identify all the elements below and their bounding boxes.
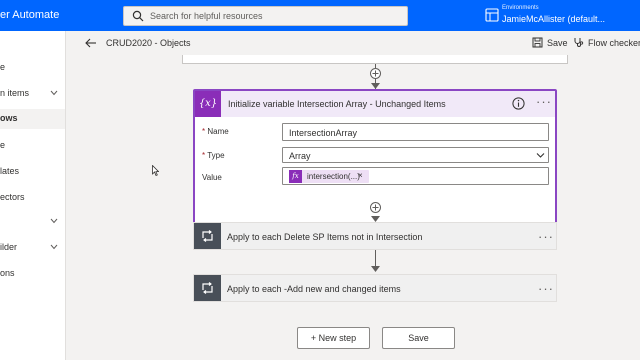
type-field-label: * Type: [202, 151, 225, 160]
arrow-down-icon: [371, 266, 380, 272]
name-field-value: IntersectionArray: [289, 128, 358, 138]
new-step-button[interactable]: + New step: [297, 327, 370, 349]
variable-card-title: Initialize variable Intersection Array -…: [228, 99, 446, 109]
flow-checker-label: Flow checker: [588, 38, 640, 48]
more-options-icon[interactable]: ···: [538, 282, 554, 298]
previous-step-card[interactable]: [182, 55, 568, 64]
chevron-down-icon: [50, 218, 58, 224]
environment-label: Environments: [502, 5, 539, 11]
nav-item-create[interactable]: e: [0, 136, 65, 156]
nav-item-label: n items: [0, 88, 30, 98]
value-field[interactable]: fx intersection(...) ×: [282, 167, 549, 185]
name-field[interactable]: IntersectionArray: [282, 123, 549, 141]
command-bar: CRUD2020 - Objects Save Flow checker: [67, 31, 640, 55]
search-icon: [132, 10, 144, 22]
designer-canvas: {x} Initialize variable Intersection Arr…: [67, 55, 640, 360]
value-field-label: Value: [202, 173, 222, 182]
nav-item-home[interactable]: e: [0, 58, 65, 78]
nav-item-label: ectors: [0, 192, 25, 202]
app-title[interactable]: er Automate: [0, 9, 59, 21]
nav-item-label: e: [0, 62, 6, 72]
name-field-label: * Name: [202, 127, 229, 136]
function-icon: fx: [289, 170, 302, 183]
apply-to-each-delete-card[interactable]: Apply to each Delete SP Items not in Int…: [193, 222, 557, 250]
nav-item-label: ows: [0, 113, 18, 123]
type-label-text: Type: [207, 151, 225, 160]
insert-step-button[interactable]: [370, 68, 381, 79]
plus-icon: [372, 70, 379, 77]
chevron-down-icon: [536, 153, 545, 158]
action-title: Apply to each -Add new and changed items: [227, 284, 401, 294]
search-box[interactable]: Search for helpful resources: [123, 6, 408, 26]
nav-item-data[interactable]: [0, 212, 65, 232]
mouse-cursor-icon: [152, 165, 159, 176]
expression-token[interactable]: fx intersection(...) ×: [289, 170, 369, 183]
environment-icon: [485, 8, 499, 22]
nav-item-label: ilder: [0, 242, 18, 252]
required-mark: *: [202, 151, 206, 160]
type-dropdown[interactable]: Array: [282, 147, 549, 163]
save-icon: [532, 37, 543, 48]
nav-item-label: ons: [0, 268, 15, 278]
remove-token-icon[interactable]: ×: [358, 171, 363, 180]
stethoscope-icon: [574, 38, 584, 47]
loop-icon-tile: [194, 223, 221, 249]
left-navigation: e n items ows e lates ectors ilder ons: [0, 31, 66, 360]
value-label-text: Value: [202, 173, 222, 182]
info-icon[interactable]: [512, 97, 525, 110]
chevron-down-icon: [50, 90, 58, 96]
nav-item-action-items[interactable]: n items: [0, 84, 65, 104]
save-button[interactable]: Save: [382, 327, 455, 349]
action-title: Apply to each Delete SP Items not in Int…: [227, 232, 423, 242]
name-label-text: Name: [207, 127, 229, 136]
chevron-down-icon: [50, 244, 58, 250]
token-text: intersection(...): [307, 172, 360, 181]
flow-checker-button[interactable]: Flow checker: [573, 37, 640, 51]
back-arrow-icon[interactable]: [85, 37, 97, 49]
nav-item-ai-builder[interactable]: ilder: [0, 238, 65, 258]
variable-card-header[interactable]: {x} Initialize variable Intersection Arr…: [195, 91, 555, 117]
type-dropdown-value: Array: [289, 151, 311, 161]
nav-item-templates[interactable]: lates: [0, 162, 65, 182]
environment-selector[interactable]: JamieMcAllister (default...: [502, 14, 605, 24]
plus-icon: [372, 204, 379, 211]
nav-item-connectors[interactable]: ectors: [0, 188, 65, 208]
loop-icon-tile: [194, 275, 221, 301]
nav-item-solutions[interactable]: ons: [0, 264, 65, 284]
nav-item-my-flows[interactable]: ows: [0, 109, 65, 129]
search-placeholder: Search for helpful resources: [150, 11, 263, 21]
loop-icon: [202, 282, 213, 294]
save-command-button[interactable]: Save: [532, 37, 568, 51]
required-mark: *: [202, 127, 206, 136]
top-header: er Automate Search for helpful resources…: [0, 0, 640, 31]
apply-to-each-add-card[interactable]: Apply to each -Add new and changed items…: [193, 274, 557, 302]
more-options-icon[interactable]: ···: [536, 95, 552, 111]
flow-name: CRUD2020 - Objects: [106, 38, 191, 48]
loop-icon: [202, 230, 213, 242]
insert-step-button[interactable]: [370, 202, 381, 213]
more-options-icon[interactable]: ···: [538, 230, 554, 246]
nav-item-label: lates: [0, 166, 20, 176]
nav-item-label: e: [0, 140, 6, 150]
variable-icon: {x}: [195, 91, 221, 117]
save-command-label: Save: [547, 38, 568, 48]
